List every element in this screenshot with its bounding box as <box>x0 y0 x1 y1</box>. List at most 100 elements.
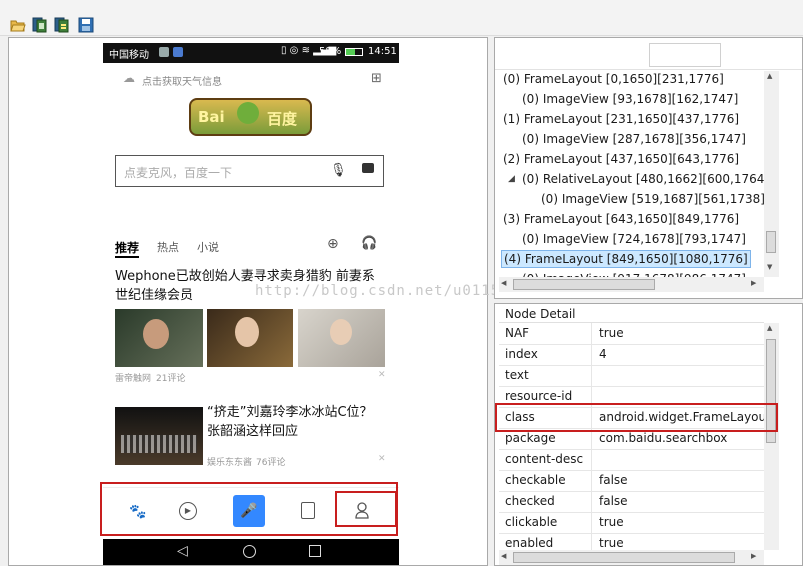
column-divider <box>591 323 592 553</box>
tree-item[interactable]: (0) ImageView [287,1678][356,1747] <box>522 132 746 146</box>
article-comments: 76评论 <box>256 458 286 468</box>
weather-icon[interactable]: ☁ <box>123 71 135 85</box>
article-image[interactable] <box>115 309 203 367</box>
battery-percent: 58% <box>319 46 342 57</box>
article-source: 娱乐东东酱 <box>207 458 253 468</box>
status-bar: 中国移动 ▯ ◎ ≋ ▂▄▆ 58% 14:51 <box>103 43 399 63</box>
node-detail-pane: Node Detail NAF true index 4 text resource… <box>494 303 803 566</box>
article-image[interactable] <box>115 407 203 465</box>
property-row[interactable]: text <box>499 365 764 387</box>
tree-search-input[interactable] <box>649 43 721 67</box>
tab-recommend[interactable]: 推荐 <box>115 239 139 256</box>
selection-highlight <box>335 491 397 527</box>
open-folder-icon[interactable] <box>10 17 26 33</box>
property-key: enabled <box>505 536 554 550</box>
tree-item[interactable]: (0) ImageView [93,1678][162,1747] <box>522 92 738 106</box>
property-key: checkable <box>505 473 566 487</box>
doodle-lettering: 百度 <box>267 110 298 128</box>
battery-icon <box>345 48 363 56</box>
property-key: index <box>505 347 538 361</box>
divider <box>495 69 802 70</box>
scroll-left-icon[interactable]: ◀ <box>501 552 506 560</box>
property-row[interactable]: checkable false <box>499 470 764 492</box>
article-comments: 21评论 <box>156 374 186 384</box>
dismiss-icon[interactable]: ✕ <box>378 454 386 464</box>
scrollbar-thumb[interactable] <box>513 552 735 563</box>
doodle-lettering: Bai <box>198 108 225 126</box>
property-row[interactable]: content-desc <box>499 449 764 471</box>
property-row[interactable]: clickable true <box>499 512 764 534</box>
article-image[interactable] <box>207 309 293 367</box>
property-key: resource-id <box>505 389 573 403</box>
article-title[interactable]: “挤走”刘嘉玲李冰冰站C位？张韶涵这样回应 <box>207 403 385 441</box>
search-box[interactable]: 点麦克风，百度一下 🎙 <box>115 155 384 187</box>
property-value: false <box>599 473 628 487</box>
article-source: 雷帝触网 <box>115 374 152 384</box>
property-value: true <box>599 536 624 550</box>
scroll-right-icon[interactable]: ▶ <box>751 279 756 287</box>
add-channel-icon[interactable]: ⊕ <box>327 236 339 252</box>
tree-item[interactable]: (0) RelativeLayout [480,1662][600,1764] <box>522 172 769 186</box>
node-detail-title: Node Detail <box>505 307 576 321</box>
scrollbar-thumb[interactable] <box>513 279 655 290</box>
property-value: true <box>599 515 624 529</box>
active-tab-underline <box>115 256 139 258</box>
grid-menu-icon[interactable]: ⊞ <box>371 71 382 86</box>
carrier-label: 中国移动 <box>109 50 149 61</box>
property-row[interactable]: checked false <box>499 491 764 513</box>
back-icon[interactable]: ◁ <box>177 543 188 559</box>
screenshot-pane: 中国移动 ▯ ◎ ≋ ▂▄▆ 58% 14:51 ☁ 点击获取天气信息 ⊞ Ba… <box>8 37 488 566</box>
baidu-doodle-logo[interactable]: Bai 百度 <box>189 98 312 136</box>
property-value: com.baidu.searchbox <box>599 431 728 445</box>
save-icon[interactable] <box>78 17 94 33</box>
collapse-icon[interactable]: ◢ <box>508 174 515 184</box>
device-screenshot-compressed-icon[interactable] <box>54 17 70 33</box>
tree-item[interactable]: (0) FrameLayout [0,1650][231,1776] <box>503 72 724 86</box>
scroll-up-icon[interactable]: ▲ <box>767 324 772 332</box>
clock: 14:51 <box>368 46 397 57</box>
tree-item[interactable]: (0) ImageView [519,1687][561,1738] <box>541 192 765 206</box>
tree-item-selected[interactable]: (4) FrameLayout [849,1650][1080,1776] <box>501 250 751 268</box>
property-value: true <box>599 326 624 340</box>
notification-icon <box>173 47 183 57</box>
tree-item[interactable]: (0) ImageView [724,1678][793,1747] <box>522 232 746 246</box>
property-key: content-desc <box>505 452 584 466</box>
property-value: false <box>599 494 628 508</box>
search-input[interactable]: 点麦克风，百度一下 <box>124 164 232 181</box>
camera-icon[interactable] <box>362 163 374 173</box>
property-key: NAF <box>505 326 530 340</box>
tree-horizontal-scrollbar[interactable]: ◀ ▶ <box>499 277 764 292</box>
property-key: text <box>505 368 529 382</box>
detail-vertical-scrollbar[interactable]: ▲ <box>764 323 779 550</box>
home-button-icon[interactable] <box>243 545 256 558</box>
recents-icon[interactable] <box>309 545 321 557</box>
scroll-left-icon[interactable]: ◀ <box>501 279 506 287</box>
toolbar <box>0 0 803 36</box>
selection-highlight <box>495 403 778 432</box>
property-key: package <box>505 431 556 445</box>
scrollbar-thumb[interactable] <box>766 231 776 253</box>
doodle-graphic <box>237 102 259 124</box>
tree-item[interactable]: (3) FrameLayout [643,1650][849,1776] <box>503 212 739 226</box>
tab-novel[interactable]: 小说 <box>197 239 219 255</box>
headphones-icon[interactable]: 🎧 <box>361 236 377 251</box>
tree-item[interactable]: (1) FrameLayout [231,1650][437,1776] <box>503 112 739 126</box>
scroll-up-icon[interactable]: ▲ <box>767 72 772 80</box>
weather-prompt[interactable]: 点击获取天气信息 <box>142 73 222 88</box>
property-row[interactable]: index 4 <box>499 344 764 366</box>
tree-vertical-scrollbar[interactable]: ▲ ▼ <box>764 71 779 277</box>
property-key: clickable <box>505 515 558 529</box>
hierarchy-pane: (0) FrameLayout [0,1650][231,1776] (0) I… <box>494 37 803 299</box>
notification-icon <box>159 47 169 57</box>
scroll-down-icon[interactable]: ▼ <box>767 263 772 271</box>
tab-hot[interactable]: 热点 <box>157 239 179 255</box>
article-image[interactable] <box>298 309 385 367</box>
tree-item[interactable]: (2) FrameLayout [437,1650][643,1776] <box>503 152 739 166</box>
property-row[interactable]: NAF true <box>499 323 764 345</box>
device-screenshot-icon[interactable] <box>32 17 48 33</box>
scroll-right-icon[interactable]: ▶ <box>751 552 756 560</box>
dismiss-icon[interactable]: ✕ <box>378 370 386 380</box>
android-navigation-bar: ◁ <box>103 539 399 565</box>
microphone-icon[interactable]: 🎙 <box>330 163 347 178</box>
detail-horizontal-scrollbar[interactable]: ◀ ▶ <box>499 550 764 565</box>
